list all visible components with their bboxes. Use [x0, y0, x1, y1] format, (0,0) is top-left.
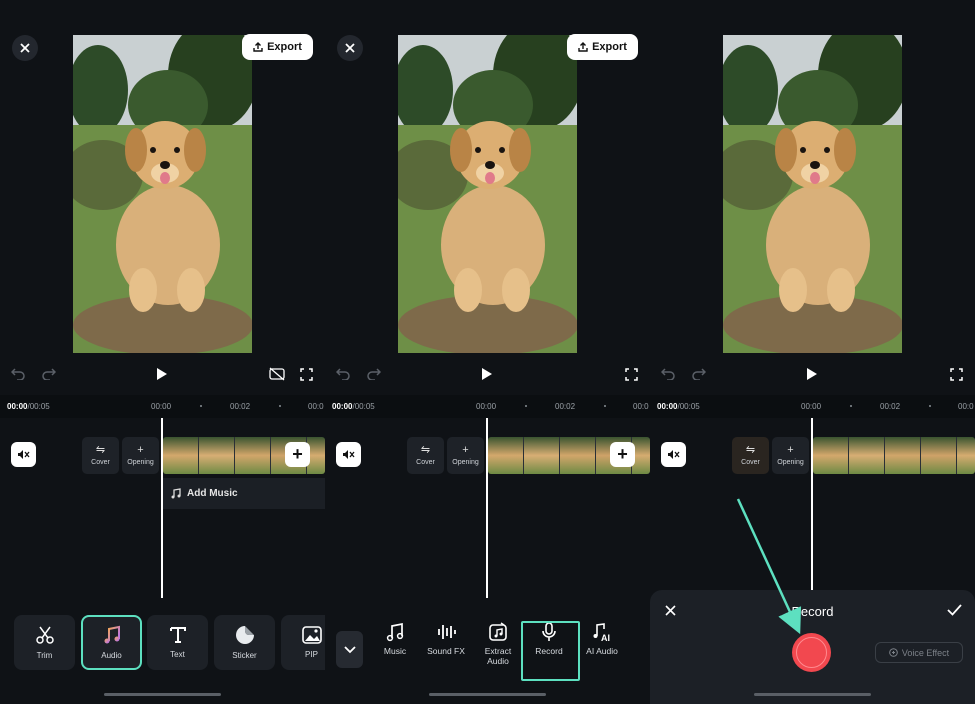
clip-frame [560, 437, 596, 474]
fullscreen-icon [299, 367, 313, 381]
tick-label: 00:0 [308, 402, 324, 411]
clip-frame [235, 437, 271, 474]
redo-icon [42, 368, 56, 380]
fullscreen-button[interactable] [297, 365, 315, 383]
editor-panel-audio: Export 00:00/00:05 00:00 00:02 00:0 ⇋ Co… [0, 0, 325, 704]
annotation-arrow [736, 498, 802, 635]
timeline-ruler: 00:00/00:05 00:00 00:02 00:0 [0, 395, 325, 418]
record-highlight [521, 621, 580, 681]
tick-label: 00:00 [151, 402, 172, 411]
plus-icon: + [292, 444, 303, 464]
undo-icon [11, 368, 25, 380]
playhead[interactable] [486, 418, 488, 598]
play-icon [157, 368, 167, 380]
tool-music[interactable]: Music [380, 622, 410, 680]
tool-extract-audio[interactable]: Extract Audio [479, 622, 517, 680]
mute-button[interactable] [11, 442, 36, 467]
music-note-icon [171, 488, 181, 499]
tool-text[interactable]: Text [147, 615, 208, 670]
svg-text:AI: AI [601, 633, 610, 642]
speaker-muted-icon [343, 450, 355, 459]
export-button[interactable]: Export [567, 34, 638, 60]
chevron-down-icon [343, 645, 356, 653]
speaker-muted-icon [18, 450, 30, 459]
export-button[interactable]: Export [242, 34, 313, 60]
clip-frame [488, 437, 524, 474]
opening-button[interactable]: + Opening [447, 437, 484, 474]
undo-button[interactable] [10, 366, 26, 382]
add-clip-button[interactable]: + [285, 442, 310, 467]
editor-panel-record: 00:00/00:05 00:00 00:02 00:0 ⇋ Cover + O… [650, 0, 975, 704]
tool-sound-fx[interactable]: Sound FX [423, 622, 469, 680]
cover-button[interactable]: ⇋ Cover [82, 437, 119, 474]
export-label: Export [267, 41, 302, 53]
play-icon [482, 368, 492, 380]
undo-icon [336, 368, 350, 380]
plus-icon: + [462, 444, 469, 456]
plus-icon: + [617, 444, 628, 464]
hdr-off-icon [269, 367, 285, 381]
export-label: Export [592, 41, 627, 53]
clip-frame [199, 437, 235, 474]
add-clip-button[interactable]: + [610, 442, 635, 467]
tick-label: 00:00 [476, 402, 497, 411]
play-button[interactable] [153, 365, 171, 383]
sound-fx-icon [438, 625, 456, 639]
undo-button[interactable] [335, 366, 351, 382]
redo-icon [367, 368, 381, 380]
home-indicator [429, 693, 546, 696]
video-preview [73, 35, 252, 353]
puppy-image [398, 35, 577, 353]
fullscreen-icon [624, 367, 638, 381]
add-music-track[interactable]: Add Music [163, 478, 325, 509]
collapse-menu-button[interactable] [336, 631, 363, 668]
puppy-image [73, 35, 252, 353]
redo-button[interactable] [41, 366, 57, 382]
text-icon [169, 627, 186, 643]
time-readout: 00:00/00:05 [332, 402, 375, 411]
plus-icon: + [137, 444, 144, 456]
picture-icon [301, 626, 322, 644]
extract-audio-icon [489, 622, 507, 641]
close-icon [20, 43, 30, 53]
timeline-ruler: 00:00/00:05 00:00 00:02 00:0 [325, 395, 650, 418]
video-preview [398, 35, 577, 353]
close-icon [345, 43, 355, 53]
ai-audio-icon: AI [593, 623, 610, 642]
home-indicator [104, 693, 221, 696]
playhead[interactable] [161, 418, 163, 598]
tool-ai-audio[interactable]: AI AI Audio [582, 622, 622, 680]
cover-button[interactable]: ⇋ Cover [407, 437, 444, 474]
tool-sticker[interactable]: Sticker [214, 615, 275, 670]
hdr-off-button[interactable] [268, 365, 286, 383]
mute-button[interactable] [336, 442, 361, 467]
opening-button[interactable]: + Opening [122, 437, 159, 474]
redo-button[interactable] [366, 366, 382, 382]
play-button[interactable] [478, 365, 496, 383]
cover-icon: ⇋ [95, 444, 106, 456]
tick-label: 00:0 [633, 402, 649, 411]
time-readout: 00:00/00:05 [7, 402, 50, 411]
tool-trim[interactable]: Trim [14, 615, 75, 670]
close-button[interactable] [337, 35, 363, 61]
upload-icon [578, 42, 588, 52]
tool-audio[interactable]: Audio [81, 615, 142, 670]
home-indicator [754, 693, 871, 696]
upload-icon [253, 42, 263, 52]
music-note-icon [104, 625, 120, 644]
clip-frame [163, 437, 199, 474]
clip-frame [524, 437, 560, 474]
fullscreen-button[interactable] [622, 365, 640, 383]
tool-pip[interactable]: PIP [281, 615, 325, 670]
tick-label: 00:02 [230, 402, 251, 411]
tick-label: 00:02 [555, 402, 576, 411]
scissors-icon [35, 626, 54, 644]
close-button[interactable] [12, 35, 38, 61]
editor-panel-audio-menu: Export 00:00/00:05 00:00 00:02 00:0 ⇋ Co… [325, 0, 650, 704]
cover-icon: ⇋ [420, 444, 431, 456]
sticker-icon [235, 626, 254, 644]
music-notes-icon [386, 622, 404, 642]
